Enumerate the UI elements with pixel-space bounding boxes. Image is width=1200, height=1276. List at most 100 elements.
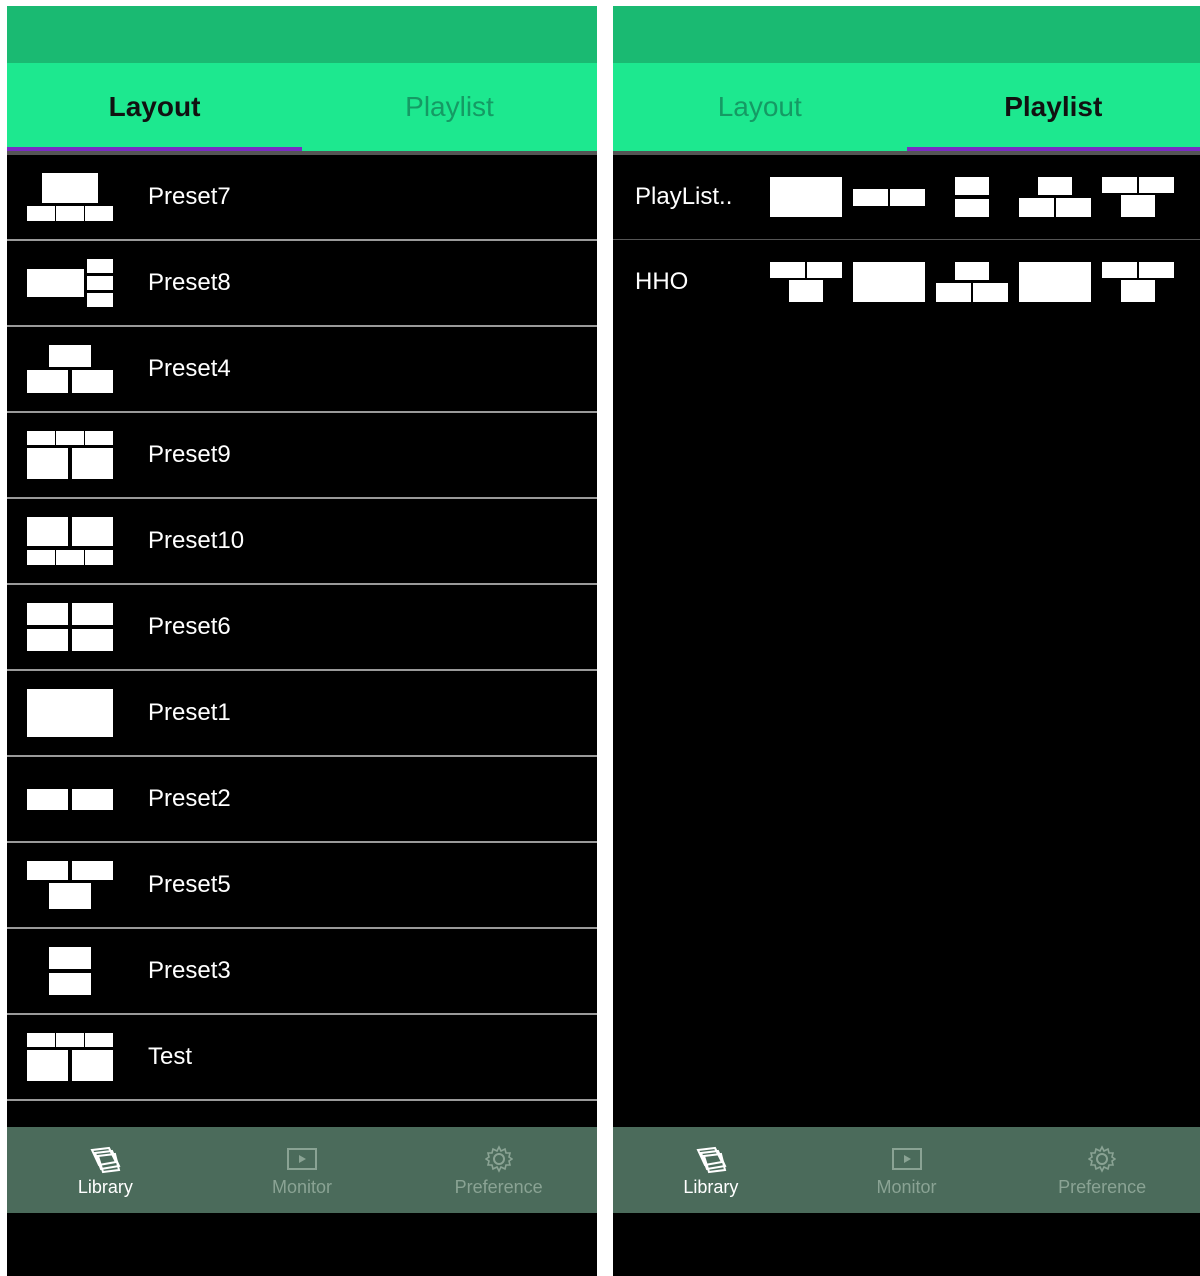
layout-2-side-icon — [27, 775, 113, 823]
nav-preference-label: Preference — [1058, 1176, 1147, 1197]
gear-icon — [483, 1143, 515, 1175]
layout-single-icon — [27, 689, 113, 737]
preset-row[interactable]: Preset9 — [7, 413, 597, 499]
monitor-icon — [891, 1143, 923, 1175]
nav-preference[interactable]: Preference — [1004, 1127, 1200, 1213]
tab-layout[interactable]: Layout — [613, 63, 907, 151]
preset-row[interactable]: Preset3 — [7, 929, 597, 1015]
layout-cell — [56, 205, 84, 221]
layout-cell — [85, 205, 113, 221]
layout-cell — [27, 628, 69, 651]
layout-2-stacked-icon — [27, 947, 113, 995]
preset-name: Test — [148, 1043, 193, 1070]
preset-name: Preset4 — [148, 355, 231, 382]
tab-playlist[interactable]: Playlist — [906, 63, 1200, 151]
layout-cell — [1102, 262, 1137, 278]
layout-single-icon — [1019, 262, 1091, 302]
nav-library-label: Library — [683, 1176, 739, 1197]
tab-bar: Layout Playlist — [7, 63, 597, 151]
layout-cell — [49, 345, 91, 367]
layout-cell — [87, 259, 113, 274]
preset-row[interactable]: Test — [7, 1015, 597, 1101]
nav-monitor[interactable]: Monitor — [204, 1127, 401, 1213]
layout-cell — [27, 205, 55, 221]
playlist-list[interactable]: PlayList.. HHO — [613, 155, 1200, 1127]
preset-row[interactable]: Preset5 — [7, 843, 597, 929]
layout-cell — [27, 448, 69, 479]
preset-row[interactable]: Preset4 — [7, 327, 597, 413]
layout-cell — [27, 549, 55, 565]
layout-cell — [853, 189, 888, 206]
layout-cell — [71, 861, 113, 881]
playlist-row[interactable]: PlayList.. — [613, 155, 1200, 240]
nav-monitor-label: Monitor — [271, 1176, 333, 1197]
layout-cell — [1139, 177, 1174, 193]
layout-cell — [1139, 262, 1174, 278]
layout-cell — [87, 275, 113, 291]
layout-cell — [49, 972, 91, 995]
bottom-nav: Library Monitor Preference — [613, 1127, 1200, 1213]
bottom-nav: Library Monitor Preference — [7, 1127, 597, 1213]
preset-row[interactable] — [7, 1101, 597, 1127]
preset-row[interactable]: Preset1 — [7, 671, 597, 757]
preset-name: Preset1 — [148, 699, 231, 726]
layout-cell — [85, 1033, 113, 1048]
library-icon — [695, 1143, 727, 1175]
preset-row[interactable]: Preset6 — [7, 585, 597, 671]
layout-3-top-2-bottom-icon — [27, 431, 113, 479]
layout-cell — [71, 789, 113, 810]
nav-preference[interactable]: Preference — [400, 1127, 597, 1213]
layout-2-side-icon — [853, 177, 925, 217]
layout-2x2-icon — [27, 603, 113, 651]
layout-2-stacked-icon — [936, 177, 1008, 217]
nav-library-label: Library — [77, 1176, 133, 1197]
layout-1-top-3-bottom-icon — [27, 173, 113, 221]
monitor-icon — [286, 1143, 318, 1175]
layout-cell — [1102, 177, 1137, 193]
preset-row[interactable]: Preset2 — [7, 757, 597, 843]
preset-name: Preset7 — [148, 183, 231, 210]
nav-monitor-label: Monitor — [876, 1176, 937, 1197]
layout-cell — [56, 431, 84, 446]
preset-name: Preset6 — [148, 613, 231, 640]
layout-cell — [954, 177, 990, 196]
layout-cell — [770, 177, 842, 217]
layout-cell — [49, 883, 91, 909]
layout-cell — [85, 549, 113, 565]
left-screen: Layout Playlist Preset7 Preset8 Preset4 Pre… — [7, 6, 597, 1276]
status-bar — [7, 6, 597, 63]
playlist-row[interactable]: HHO — [613, 240, 1200, 324]
tab-bar: Layout Playlist — [613, 63, 1200, 151]
layout-cell — [27, 789, 69, 810]
tab-playlist[interactable]: Playlist — [302, 63, 597, 151]
tab-layout[interactable]: Layout — [7, 63, 302, 151]
preset-row[interactable]: Preset7 — [7, 155, 597, 241]
nav-monitor[interactable]: Monitor — [809, 1127, 1005, 1213]
preset-row[interactable]: Preset8 — [7, 241, 597, 327]
layout-cell — [27, 603, 69, 626]
layout-cell — [936, 282, 971, 302]
layout-2-top-1-bottom-icon — [1102, 262, 1174, 302]
nav-library[interactable]: Library — [7, 1127, 204, 1213]
preset-row[interactable]: Preset10 — [7, 499, 597, 585]
layout-1-top-2-bottom-icon — [936, 262, 1008, 302]
layout-1-top-2-bottom-icon — [27, 345, 113, 393]
layout-single-icon — [853, 262, 925, 302]
layout-cell — [27, 268, 84, 298]
preset-list[interactable]: Preset7 Preset8 Preset4 Preset9 Preset10 Pres… — [7, 155, 597, 1127]
layout-cell — [27, 1050, 69, 1081]
nav-library[interactable]: Library — [613, 1127, 809, 1213]
layout-3-top-2-bottom-icon — [27, 1033, 113, 1081]
layout-2-top-1-bottom-icon — [27, 861, 113, 909]
layout-cell — [807, 262, 842, 278]
library-icon — [89, 1143, 121, 1175]
layout-cell — [1037, 177, 1073, 195]
layout-cell — [770, 262, 805, 278]
layout-cell — [27, 689, 113, 737]
preset-name: Preset10 — [148, 527, 245, 554]
layout-cell — [973, 282, 1008, 302]
layout-cell — [49, 947, 91, 970]
layout-cell — [71, 628, 113, 651]
layout-cell — [1019, 262, 1091, 302]
layout-cell — [27, 1033, 55, 1048]
